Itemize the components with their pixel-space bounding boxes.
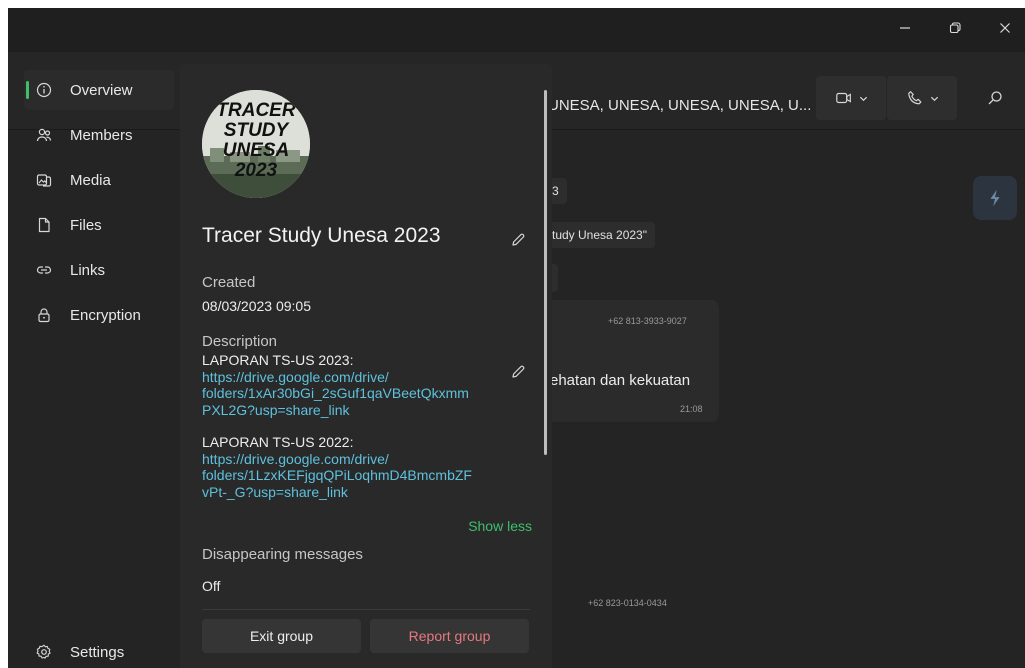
description-link[interactable]: folders/1xAr30bGi_2sGuf1qaVBeetQkxmm (202, 385, 502, 402)
disappearing-messages-value[interactable]: Off (202, 578, 220, 594)
show-less-link[interactable]: Show less (468, 518, 532, 534)
link-icon (34, 260, 54, 280)
avatar-text: UNESA (223, 140, 290, 161)
nav-label: Members (70, 126, 133, 144)
panel-scrollbar[interactable] (544, 90, 547, 455)
description-link[interactable]: PXL2G?usp=share_link (202, 402, 502, 419)
file-icon (34, 215, 54, 235)
video-call-button[interactable] (816, 76, 886, 120)
close-icon[interactable] (982, 8, 1025, 48)
group-avatar[interactable]: TRACER STUDY UNESA 2023 (202, 90, 310, 198)
edit-name-icon[interactable] (510, 232, 526, 248)
avatar-text: TRACER (216, 100, 295, 121)
created-value: 08/03/2023 09:05 (202, 298, 311, 314)
description-spacer (202, 418, 502, 434)
media-icon (34, 170, 54, 190)
nav-label: Files (70, 216, 102, 234)
members-icon (34, 125, 54, 145)
created-label: Created (202, 274, 256, 291)
group-info-panel: TRACER STUDY UNESA 2023 Tracer Study Une… (180, 64, 552, 668)
description-text: LAPORAN TS-US 2023: (202, 352, 354, 368)
nav-item-members[interactable]: Members (24, 115, 174, 155)
info-icon (34, 80, 54, 100)
exit-group-button[interactable]: Exit group (202, 619, 361, 653)
description-label: Description (202, 333, 278, 350)
nav-label: Links (70, 261, 106, 279)
description-link[interactable]: https://drive.google.com/drive/ (202, 451, 502, 468)
message-text: ehatan dan kekuatan (550, 372, 691, 389)
message-time: 21:08 (680, 404, 703, 414)
nav-item-links[interactable]: Links (24, 250, 174, 290)
nav-label: Overview (70, 81, 133, 99)
brand-logo-icon (973, 176, 1017, 220)
avatar-text: STUDY (224, 120, 291, 141)
active-indicator (26, 81, 29, 99)
group-name: Tracer Study Unesa 2023 (202, 224, 441, 247)
gear-icon (34, 642, 54, 662)
report-group-button[interactable]: Report group (370, 619, 529, 653)
lock-icon (34, 305, 54, 325)
nav-label: Encryption (70, 306, 141, 324)
nav-label: Settings (70, 643, 125, 661)
chat-title[interactable]: UNESA, UNESA, UNESA, UNESA, U... (548, 97, 811, 114)
divider (202, 609, 530, 610)
nav-item-overview[interactable]: Overview (24, 70, 174, 110)
nav-item-encryption[interactable]: Encryption (24, 295, 174, 335)
app-window: UNESA, UNESA, UNESA, UNESA, U... 3 tudy … (8, 8, 1025, 668)
chevron-down-icon (930, 96, 938, 101)
description-link[interactable]: https://drive.google.com/drive/ (202, 369, 502, 386)
search-icon[interactable] (981, 84, 1009, 112)
phone-icon (907, 91, 921, 105)
nav-item-files[interactable]: Files (24, 205, 174, 245)
nav-item-media[interactable]: Media (24, 160, 174, 200)
system-message: tudy Unesa 2023" (544, 222, 655, 248)
nav-label: Media (70, 171, 111, 189)
edit-description-icon[interactable] (510, 364, 526, 380)
video-icon (835, 92, 851, 104)
title-bar (8, 8, 1025, 52)
description-link[interactable]: vPt-_G?usp=share_link (202, 484, 502, 501)
description-text: LAPORAN TS-US 2022: (202, 434, 354, 450)
message-sender: +62 823-0134-0434 (588, 598, 667, 608)
group-description: LAPORAN TS-US 2023: https://drive.google… (202, 352, 502, 500)
description-link[interactable]: folders/1LzxKEFjgqQPiLoqhmD4BmcmbZF (202, 467, 502, 484)
minimize-icon[interactable] (882, 8, 928, 48)
avatar-text: 2023 (234, 160, 278, 181)
nav-item-settings[interactable]: Settings (24, 632, 174, 668)
message-sender: +62 813-3933-9027 (608, 316, 687, 326)
group-info-nav: Overview Members Media Files Links Encry… (24, 70, 180, 668)
chevron-down-icon (859, 96, 867, 101)
voice-call-button[interactable] (887, 76, 957, 120)
disappearing-messages-label: Disappearing messages (202, 546, 363, 563)
restore-icon[interactable] (932, 8, 978, 48)
